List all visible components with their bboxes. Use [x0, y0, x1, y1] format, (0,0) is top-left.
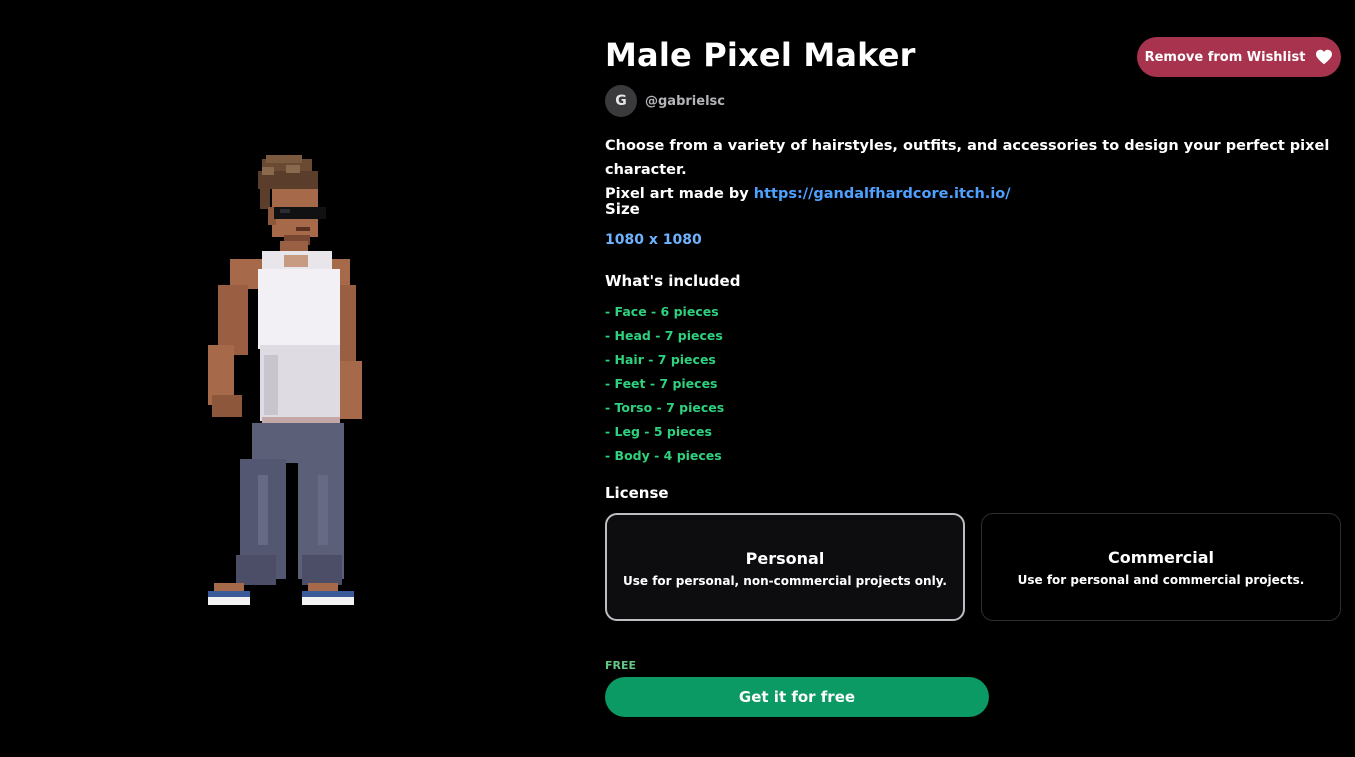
- heart-icon: [1316, 49, 1333, 65]
- product-description: Choose from a variety of hairstyles, out…: [605, 134, 1341, 206]
- license-card-commercial[interactable]: Commercial Use for personal and commerci…: [981, 513, 1341, 621]
- license-heading: License: [605, 484, 669, 502]
- license-card-personal[interactable]: Personal Use for personal, non-commercia…: [605, 513, 965, 621]
- list-item: - Feet - 7 pieces: [605, 376, 718, 391]
- preview-panel: [0, 0, 570, 757]
- list-item: - Face - 6 pieces: [605, 304, 719, 319]
- get-for-free-button[interactable]: Get it for free: [605, 677, 989, 717]
- license-name: Personal: [745, 549, 825, 568]
- license-description: Use for personal, non-commercial project…: [623, 574, 947, 588]
- wishlist-button-label: Remove from Wishlist: [1144, 49, 1306, 65]
- product-page: Male Pixel Maker Remove from Wishlist G …: [0, 0, 1355, 757]
- list-item: - Torso - 7 pieces: [605, 400, 725, 415]
- list-item: - Leg - 5 pieces: [605, 424, 712, 439]
- license-description: Use for personal and commercial projects…: [1017, 573, 1305, 587]
- list-item: - Body - 4 pieces: [605, 448, 722, 463]
- size-heading: Size: [605, 200, 640, 218]
- description-text: Choose from a variety of hairstyles, out…: [605, 138, 1330, 178]
- artist-link[interactable]: https://gandalfhardcore.itch.io/: [754, 186, 1011, 202]
- remove-from-wishlist-button[interactable]: Remove from Wishlist: [1137, 37, 1341, 77]
- list-item: - Hair - 7 pieces: [605, 352, 716, 367]
- license-options: Personal Use for personal, non-commercia…: [605, 513, 1341, 621]
- list-item: - Head - 7 pieces: [605, 328, 723, 343]
- author-avatar: G: [605, 85, 637, 117]
- size-value: 1080 x 1080: [605, 232, 702, 248]
- product-details: Male Pixel Maker Remove from Wishlist G …: [605, 0, 1341, 757]
- author-info[interactable]: G @gabrielsc: [605, 85, 725, 117]
- included-list: - Face - 6 pieces - Head - 7 pieces - Ha…: [605, 303, 724, 471]
- included-heading: What's included: [605, 272, 741, 290]
- product-title: Male Pixel Maker: [605, 36, 916, 74]
- price-label: FREE: [605, 659, 637, 672]
- character-preview-image: [208, 155, 362, 605]
- author-handle[interactable]: @gabrielsc: [645, 94, 725, 109]
- license-name: Commercial: [1107, 548, 1215, 567]
